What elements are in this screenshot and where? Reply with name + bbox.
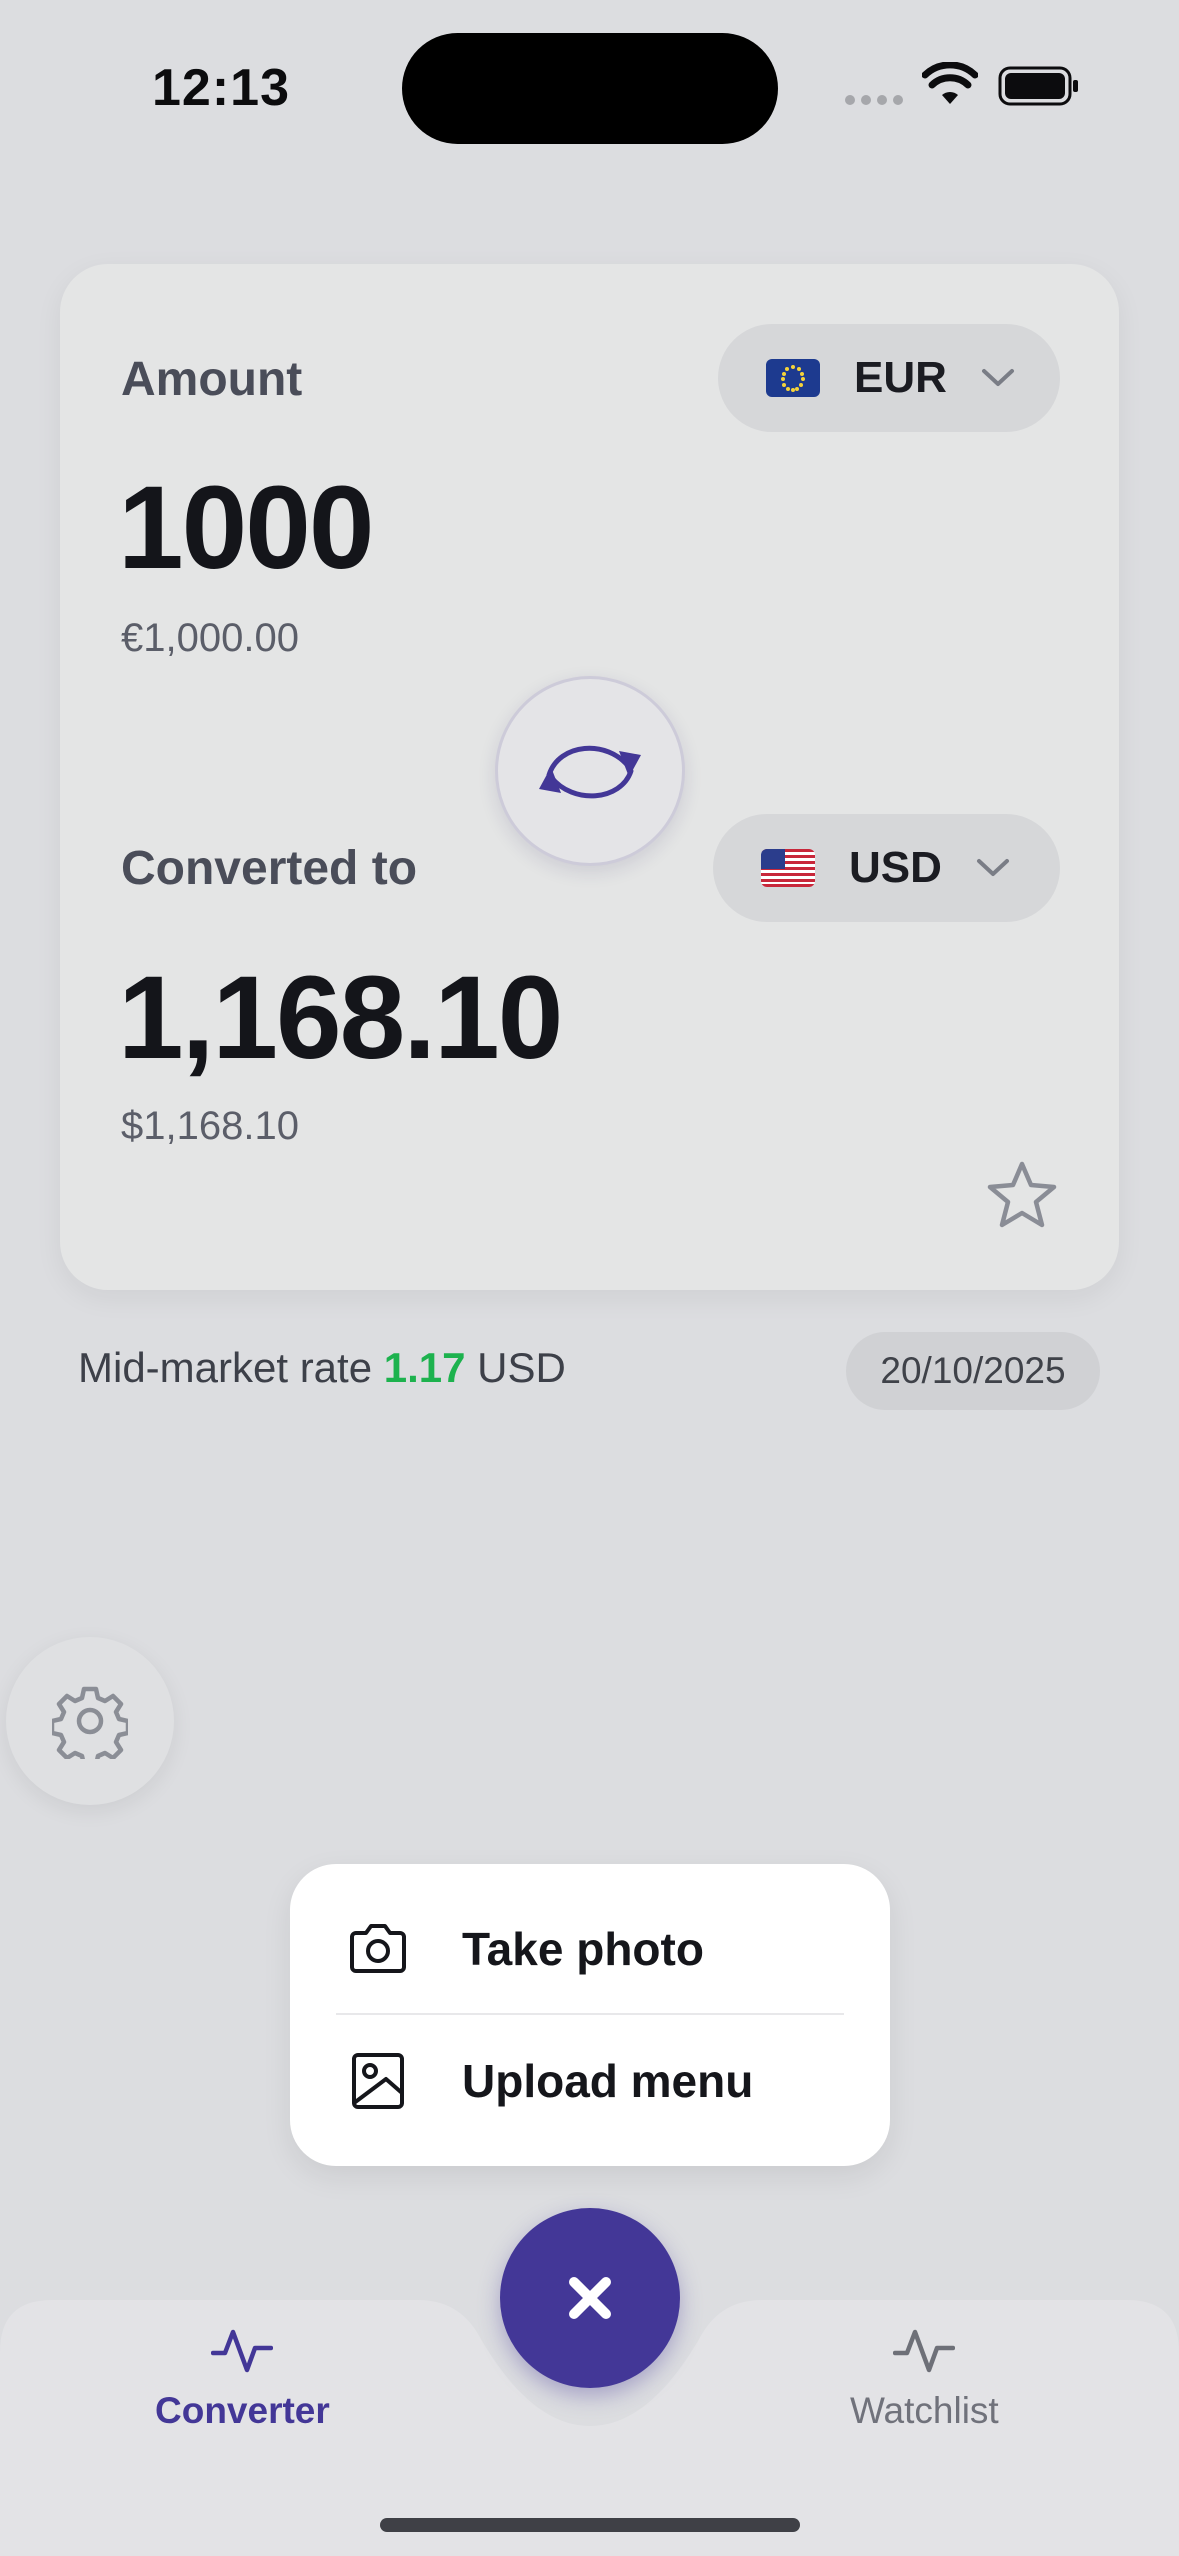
dynamic-island: [402, 33, 778, 144]
rate-prefix: Mid-market rate: [78, 1344, 373, 1391]
chevron-down-icon: [981, 369, 1014, 386]
converted-label: Converted to: [121, 842, 418, 895]
tab-converter[interactable]: Converter: [155, 2326, 330, 2432]
tab-converter-label: Converter: [155, 2390, 330, 2431]
gear-icon: [52, 1686, 128, 1759]
converted-value: 1,168.10: [118, 952, 563, 1084]
capture-menu-popup: Take photo Upload menu: [290, 1864, 890, 2166]
activity-icon: [211, 2329, 274, 2373]
eu-flag-icon: [766, 359, 820, 397]
take-photo-label: Take photo: [462, 1923, 704, 1975]
settings-button[interactable]: [6, 1637, 174, 1805]
from-currency-selector[interactable]: EUR: [718, 324, 1060, 432]
rate-unit: USD: [477, 1344, 566, 1391]
menu-divider: [336, 2013, 844, 2015]
rate-value: 1.17: [383, 1344, 466, 1391]
rate-date-badge: 20/10/2025: [846, 1332, 1100, 1410]
amount-formatted: €1,000.00: [121, 616, 299, 660]
image-icon: [352, 2053, 404, 2109]
menu-item-take-photo[interactable]: Take photo: [290, 1884, 890, 2014]
menu-item-upload-menu[interactable]: Upload menu: [290, 2016, 890, 2146]
star-favorite-icon[interactable]: [986, 1160, 1058, 1230]
us-flag-icon: [761, 849, 815, 887]
swap-arrows-icon: [539, 745, 641, 799]
home-indicator: [380, 2518, 800, 2532]
close-menu-button[interactable]: [500, 2208, 680, 2388]
tab-watchlist-label: Watchlist: [850, 2390, 999, 2431]
from-currency-code: EUR: [854, 353, 947, 402]
tab-watchlist[interactable]: Watchlist: [850, 2326, 999, 2432]
battery-icon: [998, 66, 1078, 106]
to-currency-selector[interactable]: USD: [713, 814, 1060, 922]
wifi-icon: [922, 62, 978, 104]
chevron-down-icon: [976, 859, 1009, 876]
mid-market-rate: Mid-market rate 1.17 USD: [78, 1344, 566, 1392]
camera-icon: [350, 1924, 406, 1973]
amount-value[interactable]: 1000: [118, 460, 375, 596]
swap-currencies-button[interactable]: [495, 676, 685, 866]
upload-menu-label: Upload menu: [462, 2055, 754, 2107]
amount-label: Amount: [121, 353, 303, 406]
to-currency-code: USD: [849, 843, 942, 892]
converted-formatted: $1,168.10: [121, 1104, 299, 1148]
close-icon: [569, 2277, 611, 2319]
activity-icon: [893, 2329, 956, 2373]
status-time: 12:13: [152, 59, 290, 117]
status-bar: 12:13: [0, 0, 1179, 170]
cellular-signal-icon: [845, 95, 905, 107]
